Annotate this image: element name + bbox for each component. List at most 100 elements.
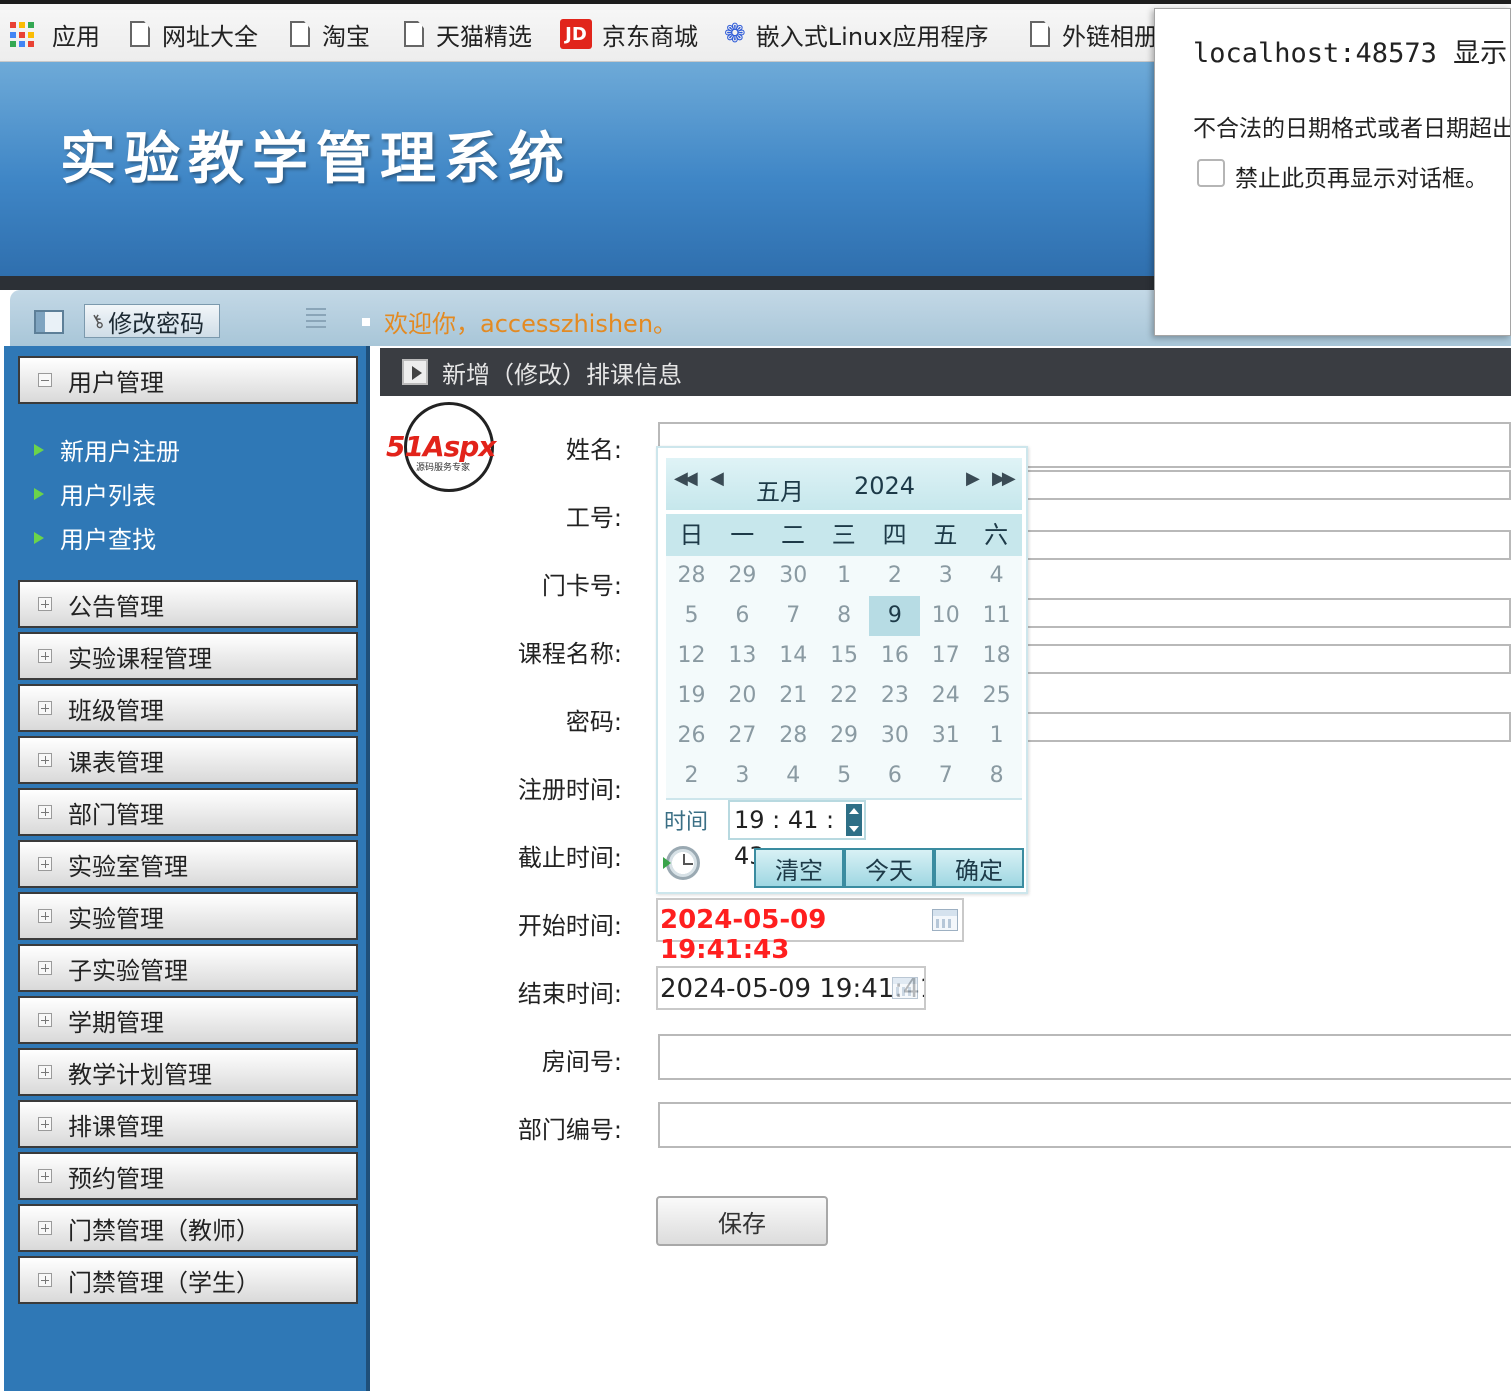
clock-icon[interactable]: [663, 846, 700, 880]
calendar-day[interactable]: 3: [920, 556, 971, 596]
calendar-day[interactable]: 11: [971, 596, 1022, 636]
menu-experiment[interactable]: 实验管理: [18, 892, 358, 940]
room-input[interactable]: [658, 1034, 1511, 1080]
menu-access-student[interactable]: 门禁管理（学生）: [18, 1256, 358, 1304]
menu-user-management[interactable]: 用户管理: [18, 356, 358, 404]
prev-year-icon[interactable]: ◀◀: [674, 468, 698, 489]
calendar-day[interactable]: 3: [717, 756, 768, 796]
bookmark-wangzhi[interactable]: 网址大全: [130, 16, 258, 52]
menu-label: 课表管理: [68, 748, 164, 777]
spinner-icon[interactable]: [846, 804, 862, 836]
toggle-sidebar-icon[interactable]: [34, 310, 64, 334]
calendar-day[interactable]: 30: [869, 716, 920, 756]
calendar-day[interactable]: 10: [920, 596, 971, 636]
calendar-day[interactable]: 5: [819, 756, 870, 796]
bookmark-taobao[interactable]: 淘宝: [290, 16, 370, 52]
save-button[interactable]: 保存: [656, 1196, 828, 1246]
calendar-day[interactable]: 28: [768, 716, 819, 756]
month-select[interactable]: 五月: [756, 472, 804, 507]
calendar-day[interactable]: 31: [920, 716, 971, 756]
menu-access-teacher[interactable]: 门禁管理（教师）: [18, 1204, 358, 1252]
menu-reservation[interactable]: 预约管理: [18, 1152, 358, 1200]
calendar-day[interactable]: 21: [768, 676, 819, 716]
today-button[interactable]: 今天: [844, 848, 934, 888]
calendar-day[interactable]: 28: [666, 556, 717, 596]
end-time-input[interactable]: 2024-05-09 19:41:41: [656, 966, 926, 1010]
calendar-day[interactable]: 8: [819, 596, 870, 636]
calendar-day[interactable]: 7: [768, 596, 819, 636]
menu-label: 实验管理: [68, 904, 164, 933]
calendar-day[interactable]: 29: [819, 716, 870, 756]
menu-semester[interactable]: 学期管理: [18, 996, 358, 1044]
menu-announcement[interactable]: 公告管理: [18, 580, 358, 628]
calendar-day[interactable]: 4: [971, 556, 1022, 596]
menu-course[interactable]: 实验课程管理: [18, 632, 358, 680]
calendar-day[interactable]: 26: [666, 716, 717, 756]
sidebar-item-register[interactable]: 新用户注册: [34, 432, 180, 467]
label-register-time: 注册时间:: [517, 776, 622, 804]
calendar-day[interactable]: 20: [717, 676, 768, 716]
menu-timetable[interactable]: 课表管理: [18, 736, 358, 784]
menu-sub-experiment[interactable]: 子实验管理: [18, 944, 358, 992]
calendar-day[interactable]: 4: [768, 756, 819, 796]
suppress-dialogs-checkbox[interactable]: [1197, 159, 1225, 187]
sidebar-item-user-list[interactable]: 用户列表: [34, 476, 156, 511]
calendar-day[interactable]: 27: [717, 716, 768, 756]
menu-scheduling[interactable]: 排课管理: [18, 1100, 358, 1148]
calendar-day[interactable]: 29: [717, 556, 768, 596]
calendar-day[interactable]: 7: [920, 756, 971, 796]
bookmark-apps[interactable]: 应用: [10, 16, 100, 52]
menu-label: 学期管理: [68, 1008, 164, 1037]
year-select[interactable]: 2024: [854, 472, 915, 500]
calendar-day[interactable]: 25: [971, 676, 1022, 716]
calendar-day[interactable]: 30: [768, 556, 819, 596]
calendar-icon[interactable]: [932, 909, 958, 931]
sidebar-item-user-search[interactable]: 用户查找: [34, 520, 156, 555]
calendar-day[interactable]: 16: [869, 636, 920, 676]
calendar-day[interactable]: 12: [666, 636, 717, 676]
calendar-day[interactable]: 14: [768, 636, 819, 676]
time-input[interactable]: 19 : 41 : 43: [728, 800, 866, 870]
key-icon: ⚷: [86, 308, 109, 334]
ok-button[interactable]: 确定: [934, 848, 1024, 888]
menu-class[interactable]: 班级管理: [18, 684, 358, 732]
calendar-day[interactable]: 1: [971, 716, 1022, 756]
calendar-day[interactable]: 8: [971, 756, 1022, 796]
dept-input[interactable]: [658, 1102, 1511, 1148]
menu-department[interactable]: 部门管理: [18, 788, 358, 836]
bookmark-album[interactable]: 外链相册: [1030, 16, 1158, 52]
calendar-day[interactable]: 6: [869, 756, 920, 796]
label-password: 密码:: [565, 708, 622, 736]
menu-label: 实验室管理: [68, 852, 188, 881]
calendar-day[interactable]: 1: [819, 556, 870, 596]
calendar-icon[interactable]: [892, 977, 918, 999]
calendar-day[interactable]: 15: [819, 636, 870, 676]
calendar-day[interactable]: 2: [869, 556, 920, 596]
menu-teaching-plan[interactable]: 教学计划管理: [18, 1048, 358, 1096]
start-time-input[interactable]: 2024-05-09 19:41:43: [656, 898, 964, 965]
calendar-day[interactable]: 9: [869, 596, 921, 636]
calendar-day[interactable]: 22: [819, 676, 870, 716]
expand-icon: [38, 909, 52, 923]
calendar-day[interactable]: 6: [717, 596, 768, 636]
menu-label: 预约管理: [68, 1164, 164, 1193]
clear-button[interactable]: 清空: [754, 848, 844, 888]
calendar-day[interactable]: 24: [920, 676, 971, 716]
bookmark-jd[interactable]: JD 京东商城: [560, 16, 698, 52]
next-year-icon[interactable]: ▶▶: [992, 468, 1016, 489]
next-month-icon[interactable]: ▶: [966, 468, 980, 489]
calendar-day[interactable]: 5: [666, 596, 717, 636]
calendar-day[interactable]: 19: [666, 676, 717, 716]
prev-month-icon[interactable]: ◀: [710, 468, 724, 489]
section-title: 新增（修改）排课信息: [442, 360, 682, 389]
calendar-day[interactable]: 23: [869, 676, 920, 716]
change-password-button[interactable]: ⚷ 修改密码: [84, 304, 220, 338]
calendar-day[interactable]: 18: [971, 636, 1022, 676]
menu-lab[interactable]: 实验室管理: [18, 840, 358, 888]
calendar-day[interactable]: 13: [717, 636, 768, 676]
bookmark-tmall[interactable]: 天猫精选: [404, 16, 532, 52]
calendar-day[interactable]: 17: [920, 636, 971, 676]
calendar-day[interactable]: 2: [666, 756, 717, 796]
suppress-dialogs-label: 禁止此页再显示对话框。: [1235, 166, 1488, 192]
bookmark-linux[interactable]: ❁ 嵌入式Linux应用程序: [724, 16, 988, 52]
